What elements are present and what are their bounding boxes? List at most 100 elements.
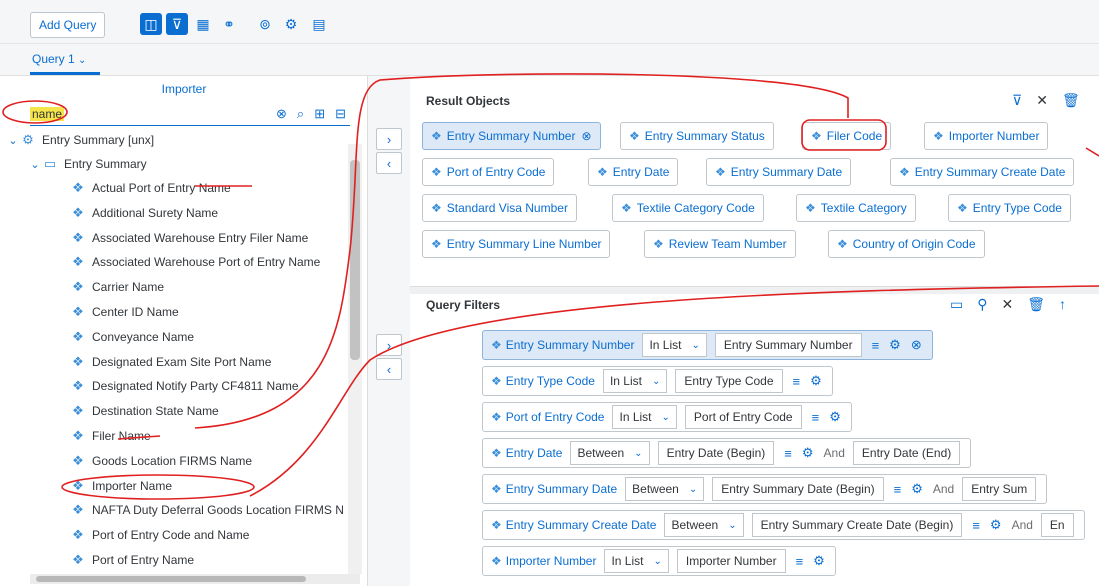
result-object-chip[interactable]: ❖ Entry Type Code: [948, 194, 1071, 222]
operand-input[interactable]: Entry Date (Begin): [657, 441, 775, 465]
close-icon[interactable]: ✕: [1002, 296, 1014, 313]
search-icon[interactable]: ⌕: [297, 106, 304, 122]
operator-select[interactable]: Between ⌄: [664, 513, 744, 537]
operand-end-input[interactable]: En: [1040, 513, 1074, 537]
query-filter-row[interactable]: ❖ Importer Number In List ⌄ Importer Number ≡…: [482, 546, 836, 576]
vertical-scrollbar[interactable]: [348, 144, 362, 574]
prompt-icon[interactable]: ⚲: [977, 296, 987, 313]
result-object-chip[interactable]: ❖ Entry Summary Line Number: [422, 230, 611, 258]
clear-icon[interactable]: ⊗: [276, 106, 287, 122]
result-object-chip[interactable]: ❖ Entry Summary Status: [620, 122, 774, 150]
settings-icon[interactable]: ⚙: [813, 553, 825, 569]
group-icon[interactable]: ⚭: [218, 13, 240, 35]
filter-object-name[interactable]: ❖ Entry Summary Create Date: [483, 518, 656, 532]
menu-icon[interactable]: ≡: [784, 446, 792, 461]
result-object-chip[interactable]: ❖ Textile Category: [796, 194, 916, 222]
operator-select[interactable]: In List ⌄: [612, 405, 677, 429]
result-object-chip[interactable]: ❖ Entry Summary Create Date: [890, 158, 1075, 186]
tree-item[interactable]: ❖ Associated Warehouse Port of Entry Name: [70, 250, 320, 274]
move-left-button[interactable]: ‹: [376, 152, 402, 174]
scroll-thumb[interactable]: [350, 160, 360, 360]
delete-icon[interactable]: 🗑: [1027, 296, 1045, 313]
settings-icon[interactable]: ⚙: [810, 373, 822, 389]
tree-item[interactable]: ❖ Goods Location FIRMS Name: [70, 449, 252, 473]
filter-object-name[interactable]: ❖ Entry Summary Number: [483, 338, 634, 352]
horizontal-scrollbar[interactable]: [30, 574, 360, 584]
tree-item[interactable]: ❖ Importer Name: [70, 474, 172, 498]
operand-input[interactable]: Entry Summary Number: [714, 333, 862, 357]
scroll-thumb[interactable]: [36, 576, 306, 582]
collapse-icon[interactable]: ⊟: [335, 106, 346, 122]
menu-icon[interactable]: ≡: [894, 482, 902, 497]
horizontal-splitter[interactable]: [410, 286, 1099, 294]
tree-item[interactable]: ❖ Port of Entry Name: [70, 548, 194, 568]
tree-item[interactable]: ❖ Center ID Name: [70, 300, 179, 324]
remove-icon[interactable]: ⊗: [581, 129, 591, 143]
query-filter-row[interactable]: ❖ Entry Summary Create Date Between ⌄ Entry …: [482, 510, 1085, 540]
tree-item[interactable]: ❖ Actual Port of Entry Name: [70, 176, 231, 200]
result-object-chip[interactable]: ❖ Country of Origin Code: [828, 230, 985, 258]
chevron-down-icon[interactable]: ⌄: [28, 158, 42, 171]
menu-icon[interactable]: ≡: [812, 410, 820, 425]
chevron-down-icon[interactable]: ⌄: [6, 134, 20, 147]
close-icon[interactable]: ✕: [1036, 92, 1048, 109]
menu-icon[interactable]: ≡: [972, 518, 980, 533]
tree-item[interactable]: ❖ Associated Warehouse Entry Filer Name: [70, 226, 308, 250]
tree-item[interactable]: ❖ NAFTA Duty Deferral Goods Location FIRM…: [70, 498, 344, 522]
operator-select[interactable]: In List ⌄: [604, 549, 669, 573]
tree-folder-node[interactable]: ⌄ ▭ Entry Summary: [28, 152, 146, 176]
settings-icon[interactable]: ⚙: [802, 445, 814, 461]
query-filter-row[interactable]: ❖ Port of Entry Code In List ⌄ Port of Entry…: [482, 402, 852, 432]
document-icon[interactable]: ▤: [308, 13, 330, 35]
tree-root-node[interactable]: ⌄ ⚙ Entry Summary [unx]: [6, 128, 154, 152]
window-icon[interactable]: ▭: [950, 296, 963, 313]
tree-item[interactable]: ❖ Additional Surety Name: [70, 201, 218, 225]
filter-move-left-button[interactable]: ‹: [376, 358, 402, 380]
operand-end-input[interactable]: Entry Date (End): [852, 441, 961, 465]
result-object-chip[interactable]: ❖ Entry Date: [588, 158, 679, 186]
filter-move-right-button[interactable]: ›: [376, 334, 402, 356]
query-filter-row[interactable]: ❖ Entry Type Code In List ⌄ Entry Type Code ≡…: [482, 366, 833, 396]
result-object-chip[interactable]: ❖ Entry Summary Number ⊗: [422, 122, 601, 150]
filter-object-name[interactable]: ❖ Importer Number: [483, 554, 596, 568]
up-icon[interactable]: ↑: [1059, 296, 1066, 313]
result-object-chip[interactable]: ❖ Textile Category Code: [612, 194, 764, 222]
filter-object-name[interactable]: ❖ Entry Summary Date: [483, 482, 617, 496]
filter-add-icon[interactable]: ⊽: [1012, 92, 1022, 109]
result-object-chip[interactable]: ❖ Review Team Number: [644, 230, 796, 258]
delete-icon[interactable]: 🗑: [1062, 92, 1080, 109]
result-object-chip[interactable]: ❖ Port of Entry Code: [422, 158, 555, 186]
query-filter-row[interactable]: ❖ Entry Summary Number In List ⌄ Entry Summa…: [482, 330, 933, 360]
search-input[interactable]: name ⊗ ⌕ ⊞ ⊟: [30, 104, 350, 126]
settings-icon[interactable]: ⚙: [829, 409, 841, 425]
tree-item[interactable]: ❖ Filer Name: [70, 424, 151, 448]
settings-icon[interactable]: ⚙: [990, 517, 1002, 533]
tree-item[interactable]: ❖ Carrier Name: [70, 275, 164, 299]
menu-icon[interactable]: ≡: [872, 338, 880, 353]
result-object-chip[interactable]: ❖ Importer Number: [924, 122, 1049, 150]
operator-select[interactable]: Between ⌄: [625, 477, 705, 501]
tree-item[interactable]: ❖ Designated Exam Site Port Name: [70, 350, 271, 374]
filter-object-name[interactable]: ❖ Port of Entry Code: [483, 410, 604, 424]
operand-end-input[interactable]: Entry Sum: [962, 477, 1037, 501]
filter-icon[interactable]: ⊽: [166, 13, 188, 35]
filter-object-name[interactable]: ❖ Entry Type Code: [483, 374, 595, 388]
table-icon[interactable]: ▦: [192, 13, 214, 35]
add-query-button[interactable]: Add Query: [30, 12, 106, 38]
filter-object-name[interactable]: ❖ Entry Date: [483, 446, 562, 460]
tab-query-1[interactable]: Query 1 ⌄: [32, 52, 86, 66]
query-filter-row[interactable]: ❖ Entry Summary Date Between ⌄ Entry Summary…: [482, 474, 1048, 504]
tree-item[interactable]: ❖ Destination State Name: [70, 399, 219, 423]
query-filter-row[interactable]: ❖ Entry Date Between ⌄ Entry Date (Begin) ≡ ⚙ A…: [482, 438, 972, 468]
menu-icon[interactable]: ≡: [793, 374, 801, 389]
result-object-chip[interactable]: ❖ Standard Visa Number: [422, 194, 577, 222]
operator-select[interactable]: In List ⌄: [602, 369, 668, 393]
operator-select[interactable]: In List ⌄: [642, 333, 707, 357]
result-object-chip[interactable]: ❖ Filer Code: [802, 122, 892, 150]
result-object-chip[interactable]: ❖ Entry Summary Date: [706, 158, 852, 186]
settings-icon[interactable]: ⚙: [889, 337, 901, 353]
menu-icon[interactable]: ≡: [796, 554, 804, 569]
link-icon[interactable]: ⊚: [254, 13, 276, 35]
tree-item[interactable]: ❖ Conveyance Name: [70, 325, 194, 349]
operand-input[interactable]: Port of Entry Code: [684, 405, 802, 429]
